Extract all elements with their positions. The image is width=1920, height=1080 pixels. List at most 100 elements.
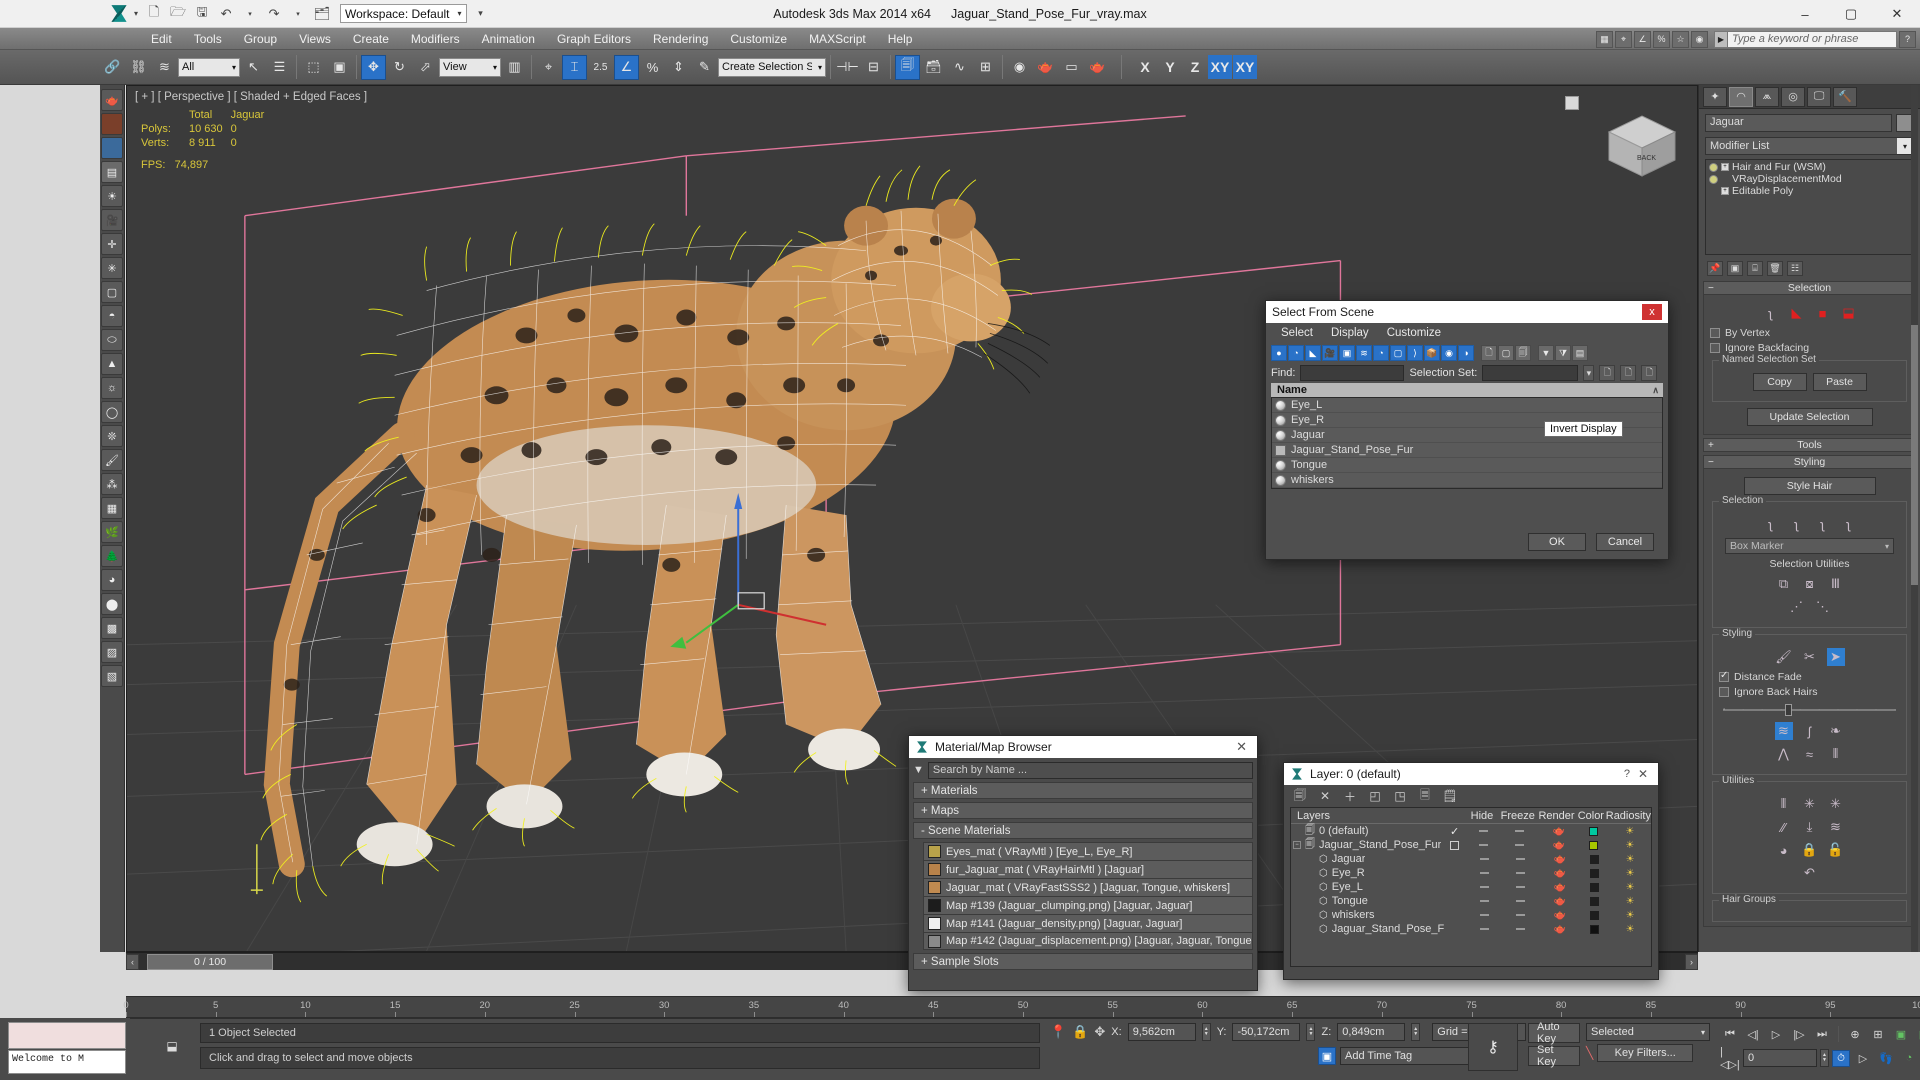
layer-row[interactable]: ⬡ Eye_R 🫖 ☀ bbox=[1291, 866, 1651, 880]
layer-color-swatch[interactable] bbox=[1589, 896, 1599, 906]
select-hair-roots-icon[interactable]: ʅ bbox=[1840, 515, 1858, 533]
y-coordinate-input[interactable]: -50,172cm bbox=[1232, 1023, 1301, 1041]
menu-customize[interactable]: Customize bbox=[719, 28, 798, 50]
freeze-toggle[interactable] bbox=[1515, 830, 1525, 832]
configure-modifier-sets-icon[interactable]: ☷ bbox=[1787, 261, 1803, 276]
select-hair-guides-icon[interactable]: ʅ bbox=[1814, 515, 1832, 533]
layer-column-header[interactable]: Layers bbox=[1291, 810, 1442, 822]
display-cameras-icon[interactable]: 🎥 bbox=[1322, 345, 1338, 361]
pan-view-icon[interactable]: ▷ bbox=[1853, 1049, 1873, 1067]
select-cursor-icon[interactable]: ➤ bbox=[1826, 648, 1845, 666]
select-and-manipulate-icon[interactable]: ⌖ bbox=[536, 55, 561, 80]
spinner-snap-icon[interactable]: ⇕ bbox=[666, 55, 691, 80]
render-production-icon[interactable]: 🫖 bbox=[1085, 55, 1110, 80]
window-crossing-icon[interactable]: ▣ bbox=[327, 55, 352, 80]
radiosity-icon[interactable]: ☀ bbox=[1625, 840, 1634, 851]
axis-constraint-y[interactable]: Y bbox=[1158, 55, 1182, 79]
tab-hierarchy[interactable]: ⩕ bbox=[1755, 86, 1779, 107]
collapse-icon[interactable]: − bbox=[1293, 841, 1301, 849]
mmb-group-header[interactable]: + Maps bbox=[913, 802, 1253, 819]
select-from-scene-dialog[interactable]: Select From Scene x Select Display Customi… bbox=[1265, 300, 1669, 560]
brush-size-thumb[interactable] bbox=[1785, 704, 1793, 716]
helpers-icon[interactable]: ✛ bbox=[101, 233, 123, 255]
render-toggle-icon[interactable]: 🫖 bbox=[1554, 868, 1566, 879]
find-input[interactable] bbox=[1300, 365, 1405, 381]
highlight-selected-objects-icon[interactable]: ◳ bbox=[1392, 788, 1408, 804]
new-file-icon[interactable]: 🗋 bbox=[144, 4, 164, 24]
maximize-viewport-toggle-icon[interactable]: ▦ bbox=[1914, 1025, 1920, 1043]
material-list-item[interactable]: Map #142 (Jaguar_displacement.png) [Jagu… bbox=[923, 932, 1253, 950]
ignore-backfacing-row[interactable]: Ignore Backfacing bbox=[1710, 342, 1909, 354]
hair-clump-icon[interactable]: ⋀ bbox=[1775, 745, 1793, 763]
teapot-preview-icon[interactable]: 🫖 bbox=[101, 89, 123, 111]
mmb-group-header[interactable]: + Sample Slots bbox=[913, 953, 1253, 970]
hair-collapse-icon[interactable]: ⤓ bbox=[1801, 818, 1819, 836]
render-toggle-icon[interactable]: 🫖 bbox=[1554, 910, 1566, 921]
cylinder-primitive-icon[interactable]: ⬭ bbox=[101, 329, 123, 351]
track-bar[interactable]: 0 5 10 15 20 25 30 35 40 45 50 55 60 65 70 75 80 85 90 95 10… bbox=[123, 996, 1920, 1018]
redo-icon[interactable]: ↷ bbox=[264, 4, 284, 24]
select-hair-ends-icon[interactable]: ʅ bbox=[1788, 515, 1806, 533]
freeze-toggle[interactable] bbox=[1516, 928, 1526, 930]
hide-toggle[interactable] bbox=[1480, 872, 1490, 874]
sort-ascending-icon[interactable]: ∧ bbox=[1652, 385, 1659, 396]
particle-icon[interactable]: ✳ bbox=[101, 257, 123, 279]
scissors-icon[interactable]: ✂ bbox=[1801, 648, 1819, 666]
marker-type-combo[interactable]: Box Marker ▾ bbox=[1725, 538, 1894, 554]
paint-icon[interactable]: 🖌 bbox=[101, 449, 123, 471]
undo-icon[interactable]: ↶ bbox=[216, 4, 236, 24]
align-icon[interactable]: ⊟ bbox=[861, 55, 886, 80]
rectangular-selection-region-icon[interactable]: ⬚ bbox=[301, 55, 326, 80]
expand-icon[interactable]: + bbox=[1721, 187, 1729, 195]
hide-toggle[interactable] bbox=[1480, 928, 1490, 930]
hair-recomb-icon[interactable]: ≋ bbox=[1827, 818, 1845, 836]
material-map-browser[interactable]: Material/Map Browser ✕ ▼ Search by Name … bbox=[908, 735, 1258, 991]
command-panel-scrollbar[interactable] bbox=[1911, 85, 1918, 952]
search-dropdown-icon[interactable]: ▶ bbox=[1714, 30, 1727, 48]
radiosity-icon[interactable]: ☀ bbox=[1626, 896, 1635, 907]
box-primitive-icon[interactable]: ▢ bbox=[101, 281, 123, 303]
axis-constraint-x[interactable]: X bbox=[1133, 55, 1157, 79]
dialog-close-button[interactable]: x bbox=[1642, 304, 1662, 320]
rotate-selection-icon[interactable]: ⧇ bbox=[1801, 575, 1819, 593]
z-spinner[interactable]: ▲ ▼ bbox=[1411, 1023, 1421, 1041]
maximize-button[interactable]: ▢ bbox=[1828, 0, 1874, 28]
light-icon[interactable]: ☀ bbox=[101, 185, 123, 207]
layer-list-container[interactable]: Layers Hide Freeze Render Color Radiosity 🗐 0 … bbox=[1290, 807, 1652, 967]
layer-color-swatch[interactable] bbox=[1589, 826, 1599, 836]
layer-color-swatch[interactable] bbox=[1589, 924, 1599, 934]
frame-spinner[interactable]: ▲ ▼ bbox=[1820, 1049, 1829, 1067]
layer-color-swatch[interactable] bbox=[1589, 840, 1599, 850]
layer-properties-icon[interactable]: 🗒 bbox=[1442, 788, 1458, 804]
hair-brush-translate-icon[interactable]: ≋ bbox=[1774, 722, 1793, 740]
filter-dropdown-icon[interactable]: ▼ bbox=[913, 764, 924, 776]
hide-toggle[interactable] bbox=[1478, 844, 1488, 846]
percent-snap-icon[interactable]: % bbox=[640, 55, 665, 80]
material-list-item[interactable]: Map #141 (Jaguar_density.png) [Jaguar, J… bbox=[923, 914, 1253, 932]
isolate-selection-toggle-icon[interactable]: ▣ bbox=[1318, 1047, 1336, 1065]
radiosity-icon[interactable]: ☀ bbox=[1626, 924, 1635, 935]
unlock-icon[interactable]: 🔓 bbox=[1827, 841, 1845, 859]
layer-row[interactable]: ⬡ Jaguar 🫖 ☀ bbox=[1291, 852, 1651, 866]
layer-row[interactable]: ⬡ Eye_L 🫖 ☀ bbox=[1291, 880, 1651, 894]
key-mode-toggle[interactable]: ⚷ bbox=[1468, 1023, 1518, 1071]
brush-icon[interactable]: 🖌 bbox=[1775, 648, 1793, 666]
tab-utilities[interactable]: 🔨 bbox=[1833, 86, 1857, 107]
material-list-item[interactable]: Eyes_mat ( VRayMtl ) [Eye_L, Eye_R] bbox=[923, 842, 1253, 860]
layer-column-header[interactable]: Radiosity bbox=[1606, 810, 1651, 822]
effects-icon[interactable]: ❊ bbox=[101, 425, 123, 447]
help-icon[interactable]: ? bbox=[1899, 30, 1916, 48]
tab-motion[interactable]: ◎ bbox=[1781, 86, 1805, 107]
distance-fade-row[interactable]: Distance Fade bbox=[1719, 670, 1900, 683]
radiosity-icon[interactable]: ☀ bbox=[1625, 826, 1634, 837]
current-frame-input[interactable]: 0 bbox=[1743, 1049, 1817, 1067]
render-setup-icon[interactable]: 🫖 bbox=[1033, 55, 1058, 80]
render-toggle-icon[interactable]: 🫖 bbox=[1554, 924, 1566, 935]
modifier-stack-item[interactable]: + Editable Poly bbox=[1707, 185, 1912, 197]
select-hair-by-vertex-icon[interactable]: ʅ bbox=[1762, 515, 1780, 533]
hair-comb-icon[interactable]: ⦀ bbox=[1775, 795, 1793, 813]
go-to-start-icon[interactable]: ⏮ bbox=[1720, 1025, 1740, 1043]
face-icon[interactable]: ■ bbox=[1814, 304, 1832, 322]
light-bulb-icon[interactable] bbox=[1709, 162, 1718, 172]
ignore-back-hairs-row[interactable]: Ignore Back Hairs bbox=[1719, 686, 1900, 698]
